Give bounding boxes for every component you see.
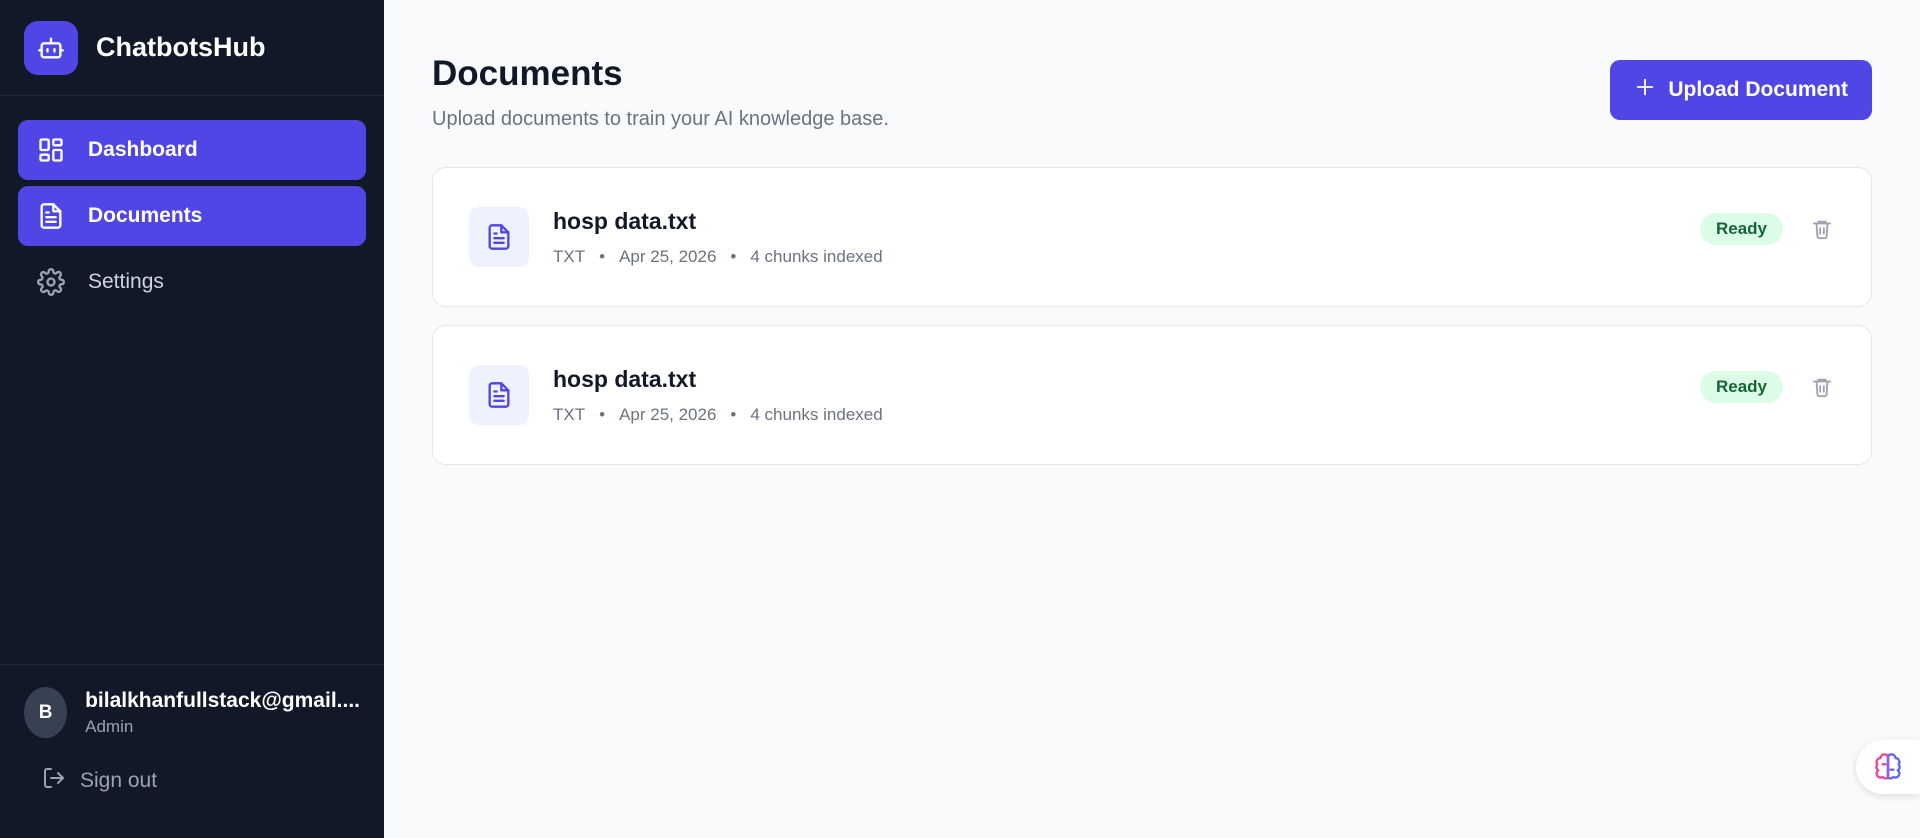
file-text-icon [469,207,529,267]
document-date: Apr 25, 2026 [619,246,717,266]
document-type: TXT [553,404,586,424]
document-chunks: 4 chunks indexed [750,404,883,424]
user-profile[interactable]: B bilalkhanfullstack@gmail.... Admin [24,687,360,738]
gear-icon [36,267,66,297]
document-name: hosp data.txt [553,365,697,392]
sign-out-label: Sign out [80,768,158,792]
document-card[interactable]: hosp data.txt TXT • Apr 25, 2026 • 4 chu… [432,325,1872,465]
brain-assistant-icon[interactable] [1856,740,1920,794]
status-badge: Ready [1699,371,1783,403]
sign-out-button[interactable]: Sign out [24,766,360,795]
upload-document-button[interactable]: Upload Document [1610,60,1872,120]
log-out-icon [42,766,66,795]
document-chunks: 4 chunks indexed [750,246,883,266]
sidebar-item-dashboard[interactable]: Dashboard [18,120,366,180]
file-text-icon [469,365,529,425]
document-type: TXT [553,246,586,266]
sidebar: ChatbotsHub Dashboard Documents Settings… [0,0,384,838]
sidebar-item-settings[interactable]: Settings [18,252,366,312]
document-meta: TXT • Apr 25, 2026 • 4 chunks indexed [553,246,883,266]
plus-icon [1634,76,1656,104]
user-panel: B bilalkhanfullstack@gmail.... Admin Sig… [0,664,384,838]
dashboard-icon [36,135,66,165]
document-list: hosp data.txt TXT • Apr 25, 2026 • 4 chu… [432,167,1872,465]
sidebar-item-documents[interactable]: Documents [18,186,366,246]
brand: ChatbotsHub [0,0,384,96]
avatar: B [24,687,68,738]
user-role: Admin [85,716,134,736]
document-date: Apr 25, 2026 [619,404,717,424]
main-content: Documents Upload documents to train your… [384,0,1920,838]
upload-button-label: Upload Document [1668,78,1848,101]
status-badge: Ready [1699,213,1783,245]
document-card[interactable]: hosp data.txt TXT • Apr 25, 2026 • 4 chu… [432,167,1872,307]
app-root: ChatbotsHub Dashboard Documents Settings… [0,0,1920,838]
sidebar-item-label: Dashboard [88,138,198,161]
sidebar-item-label: Settings [88,270,164,293]
page-header: Documents Upload documents to train your… [432,54,1872,131]
sidebar-item-label: Documents [88,204,203,227]
page-subtitle: Upload documents to train your AI knowle… [432,108,889,130]
user-email: bilalkhanfullstack@gmail.... [85,688,360,712]
sidebar-nav: Dashboard Documents Settings [0,96,384,312]
page-title: Documents [432,54,623,93]
robot-icon[interactable] [24,20,78,75]
trash-icon[interactable] [1809,374,1835,400]
document-meta: TXT • Apr 25, 2026 • 4 chunks indexed [553,404,883,424]
brand-name: ChatbotsHub [96,32,266,62]
trash-icon[interactable] [1809,216,1835,242]
document-icon [36,201,66,231]
document-name: hosp data.txt [553,207,697,234]
